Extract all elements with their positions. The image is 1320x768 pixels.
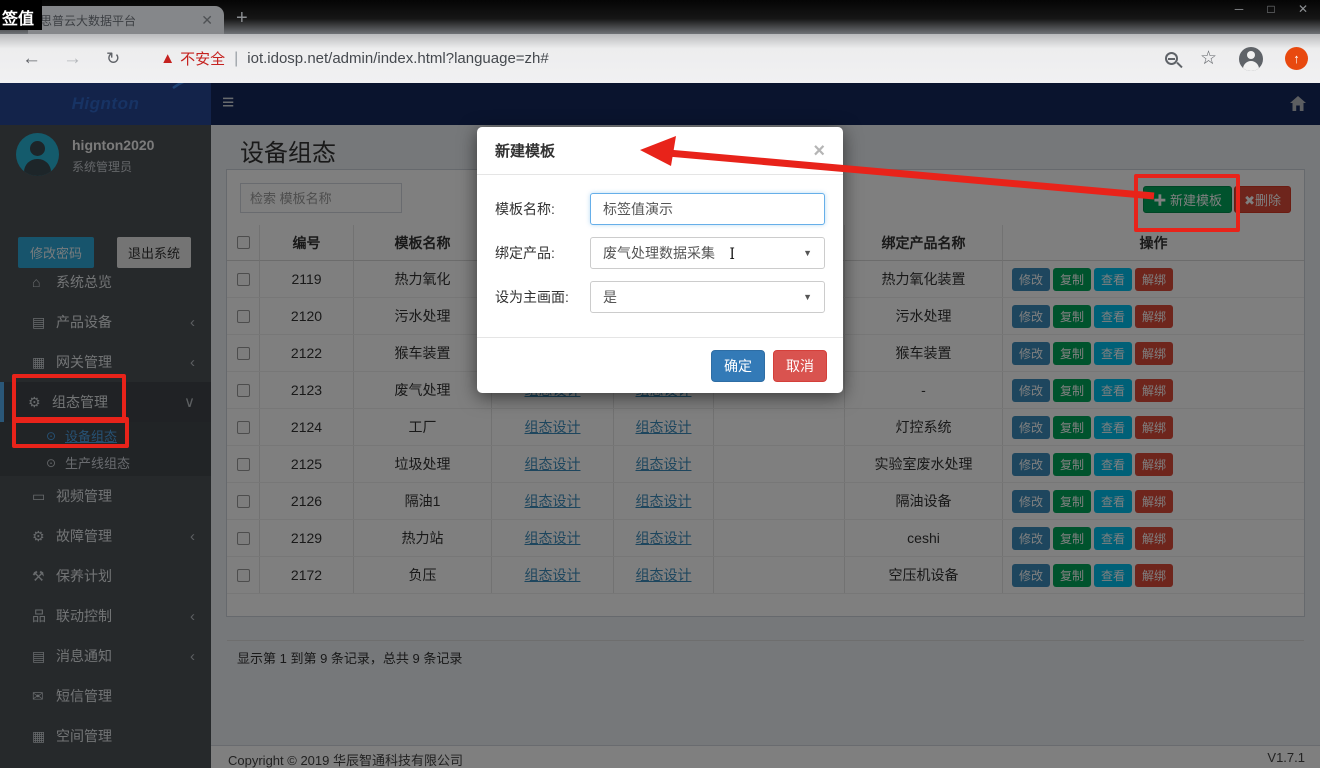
zoom-indicator-icon[interactable] [1165, 52, 1178, 65]
annotation-box-new-template [1134, 174, 1240, 232]
template-name-input[interactable] [590, 193, 825, 225]
url-text[interactable]: iot.idosp.net/admin/index.html?language=… [247, 50, 548, 67]
modal-title: 新建模板 [495, 140, 813, 161]
annotation-box-device-config [12, 417, 129, 448]
modal-close-icon[interactable]: × [813, 142, 825, 160]
minimize-icon[interactable]: ─ [1232, 2, 1246, 16]
template-name-label: 模板名称: [495, 199, 590, 219]
browser-tab[interactable]: 思普云大数据平台 ✕ [28, 6, 224, 34]
tab-close-icon[interactable]: ✕ [198, 12, 216, 29]
warning-icon: ▲ [160, 50, 175, 67]
confirm-button[interactable]: 确定 [711, 350, 765, 382]
browser-tab-strip: 思普云大数据平台 ✕ + ─ □ ✕ [0, 0, 1320, 34]
security-label: 不安全 [180, 48, 225, 69]
chip-separator: | [234, 50, 238, 68]
browser-address-bar: ← → ↻ ▲ 不安全 | iot.idosp.net/admin/index.… [0, 34, 1320, 83]
browser-profile-avatar[interactable] [1239, 47, 1263, 71]
security-chip[interactable]: ▲ 不安全 | [160, 48, 247, 69]
bind-product-label: 绑定产品: [495, 243, 590, 263]
main-screen-label: 设为主画面: [495, 287, 590, 307]
new-tab-button[interactable]: + [236, 6, 248, 30]
annotation-box-config-menu [12, 374, 126, 423]
main-screen-select[interactable]: 是 ▼ [590, 281, 825, 313]
close-window-icon[interactable]: ✕ [1296, 2, 1310, 16]
cancel-button[interactable]: 取消 [773, 350, 827, 382]
caret-down-icon: ▼ [803, 248, 812, 258]
reload-icon[interactable]: ↻ [106, 49, 120, 69]
overlay-corner-badge: 签值 [0, 0, 42, 30]
caret-down-icon: ▼ [803, 292, 812, 302]
bookmark-star-icon[interactable]: ☆ [1200, 47, 1217, 70]
maximize-icon[interactable]: □ [1264, 2, 1278, 16]
screen: 思普云大数据平台 ✕ + ─ □ ✕ 签值 ← → ↻ ▲ 不安全 | iot.… [0, 0, 1320, 768]
window-controls: ─ □ ✕ [1232, 2, 1310, 16]
new-template-modal: 新建模板 × 模板名称: 绑定产品: 废气处理数据采集 ▼ 设为主画面: 是 ▼ [477, 127, 843, 393]
forward-icon[interactable]: → [63, 48, 82, 70]
text-cursor: I [729, 244, 734, 263]
browser-update-icon[interactable]: ↑ [1285, 47, 1308, 70]
bind-product-select[interactable]: 废气处理数据采集 ▼ [590, 237, 825, 269]
back-icon[interactable]: ← [22, 48, 41, 70]
tab-title: 思普云大数据平台 [40, 12, 198, 29]
